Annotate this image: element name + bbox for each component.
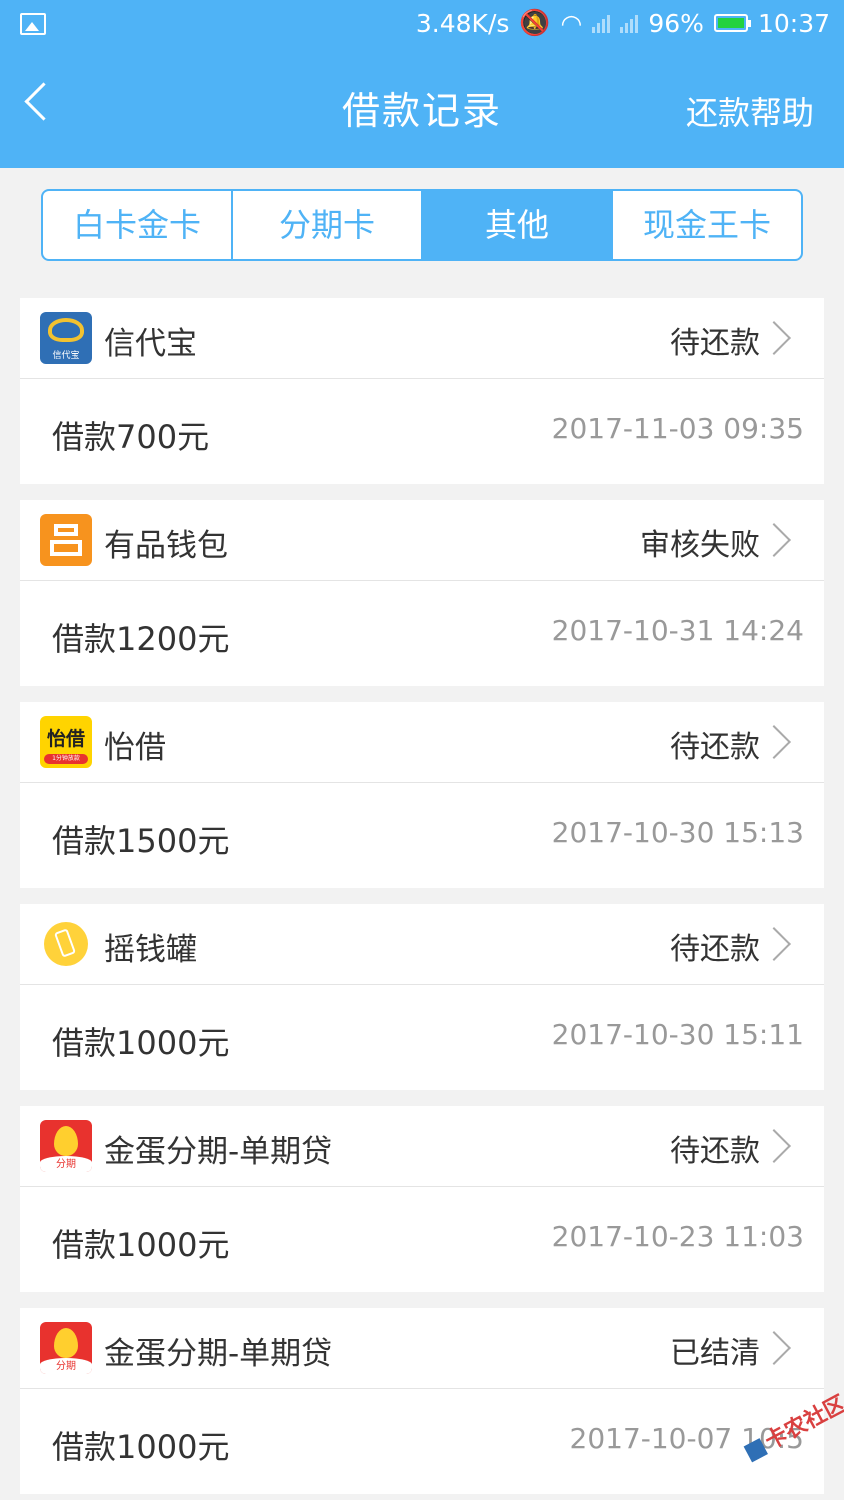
- loan-record-card[interactable]: 摇钱罐 待还款 借款1000元 2017-10-30 15:11: [20, 904, 824, 1090]
- tab-fenqi-ka[interactable]: 分期卡: [233, 191, 423, 259]
- loan-status: 待还款: [670, 932, 760, 967]
- mute-icon: 🔕: [519, 8, 551, 37]
- wifi-icon: ◠: [560, 8, 583, 38]
- loan-amount: 借款1000元: [52, 1226, 230, 1264]
- loan-record-card[interactable]: 怡借 1分钟放款 怡借 待还款 借款1500元 2017-10-30 15:13: [20, 702, 824, 888]
- loan-record-header[interactable]: 摇钱罐 待还款: [20, 904, 824, 985]
- loan-record-header[interactable]: 信代宝 信代宝 待还款: [20, 298, 824, 379]
- loan-record-header[interactable]: 分期 金蛋分期-单期贷 已结清: [20, 1308, 824, 1389]
- loan-datetime: 2017-10-30 15:13: [551, 816, 804, 849]
- loan-record-header[interactable]: 有品钱包 审核失败: [20, 500, 824, 581]
- loan-datetime: 2017-10-31 14:24: [551, 614, 804, 647]
- loan-record-header[interactable]: 怡借 1分钟放款 怡借 待还款: [20, 702, 824, 783]
- chevron-right-icon[interactable]: [757, 1129, 791, 1163]
- tab-baika-jinka[interactable]: 白卡金卡: [43, 191, 233, 259]
- chevron-right-icon[interactable]: [757, 1331, 791, 1365]
- status-bar: 3.48K/s 🔕 ◠ 96% 10:37: [0, 0, 844, 50]
- loan-status: 审核失败: [640, 528, 760, 563]
- loan-status: 待还款: [670, 326, 760, 361]
- repayment-help-link[interactable]: 还款帮助: [686, 88, 814, 134]
- chevron-right-icon[interactable]: [757, 725, 791, 759]
- signal-icon-2: [620, 13, 639, 33]
- tab-xianjin-wangka[interactable]: 现金王卡: [613, 191, 801, 259]
- loan-status: 待还款: [670, 730, 760, 765]
- lender-name: 信代宝: [104, 326, 197, 362]
- jindan-logo-icon: 分期: [40, 1120, 92, 1172]
- lender-name: 摇钱罐: [104, 932, 197, 968]
- clock: 10:37: [757, 8, 830, 38]
- chevron-right-icon[interactable]: [757, 523, 791, 557]
- loan-status: 待还款: [670, 1134, 760, 1169]
- lender-name: 有品钱包: [104, 528, 228, 564]
- loan-amount: 借款700元: [52, 418, 210, 456]
- yaoqianguan-logo-icon: [40, 918, 92, 970]
- loan-datetime: 2017-11-03 09:35: [551, 412, 804, 445]
- loan-record-card[interactable]: 分期 金蛋分期-单期贷 已结清 借款1000元 2017-10-07 10:5: [20, 1308, 824, 1494]
- tab-other[interactable]: 其他: [423, 191, 613, 259]
- battery-percent: 96%: [648, 8, 704, 38]
- loan-record-card[interactable]: 信代宝 信代宝 待还款 借款700元 2017-11-03 09:35: [20, 298, 824, 484]
- loan-record-header[interactable]: 分期 金蛋分期-单期贷 待还款: [20, 1106, 824, 1187]
- yijie-logo-icon: 怡借 1分钟放款: [40, 716, 92, 768]
- xindaibao-logo-icon: 信代宝: [40, 312, 92, 364]
- loan-datetime: 2017-10-30 15:11: [551, 1018, 804, 1051]
- jindan-logo-icon: 分期: [40, 1322, 92, 1374]
- chevron-right-icon[interactable]: [757, 321, 791, 355]
- youpin-wallet-logo-icon: [40, 514, 92, 566]
- lender-name: 金蛋分期-单期贷: [104, 1134, 333, 1170]
- chevron-right-icon[interactable]: [757, 927, 791, 961]
- lender-name: 怡借: [104, 730, 166, 766]
- lender-name: 金蛋分期-单期贷: [104, 1336, 333, 1372]
- image-notification-icon: [20, 13, 46, 35]
- card-type-tabs: 白卡金卡 分期卡 其他 现金王卡: [41, 189, 803, 261]
- loan-amount: 借款1000元: [52, 1024, 230, 1062]
- network-speed: 3.48K/s: [415, 8, 510, 38]
- loan-status: 已结清: [670, 1336, 760, 1371]
- battery-icon: [713, 14, 751, 32]
- loan-amount: 借款1500元: [52, 822, 230, 860]
- loan-amount: 借款1200元: [52, 620, 230, 658]
- loan-amount: 借款1000元: [52, 1428, 230, 1466]
- signal-icon: [592, 13, 611, 33]
- loan-record-card[interactable]: 有品钱包 审核失败 借款1200元 2017-10-31 14:24: [20, 500, 824, 686]
- loan-record-card[interactable]: 分期 金蛋分期-单期贷 待还款 借款1000元 2017-10-23 11:03: [20, 1106, 824, 1292]
- loan-datetime: 2017-10-23 11:03: [551, 1220, 804, 1253]
- nav-bar: 借款记录 还款帮助: [0, 50, 844, 168]
